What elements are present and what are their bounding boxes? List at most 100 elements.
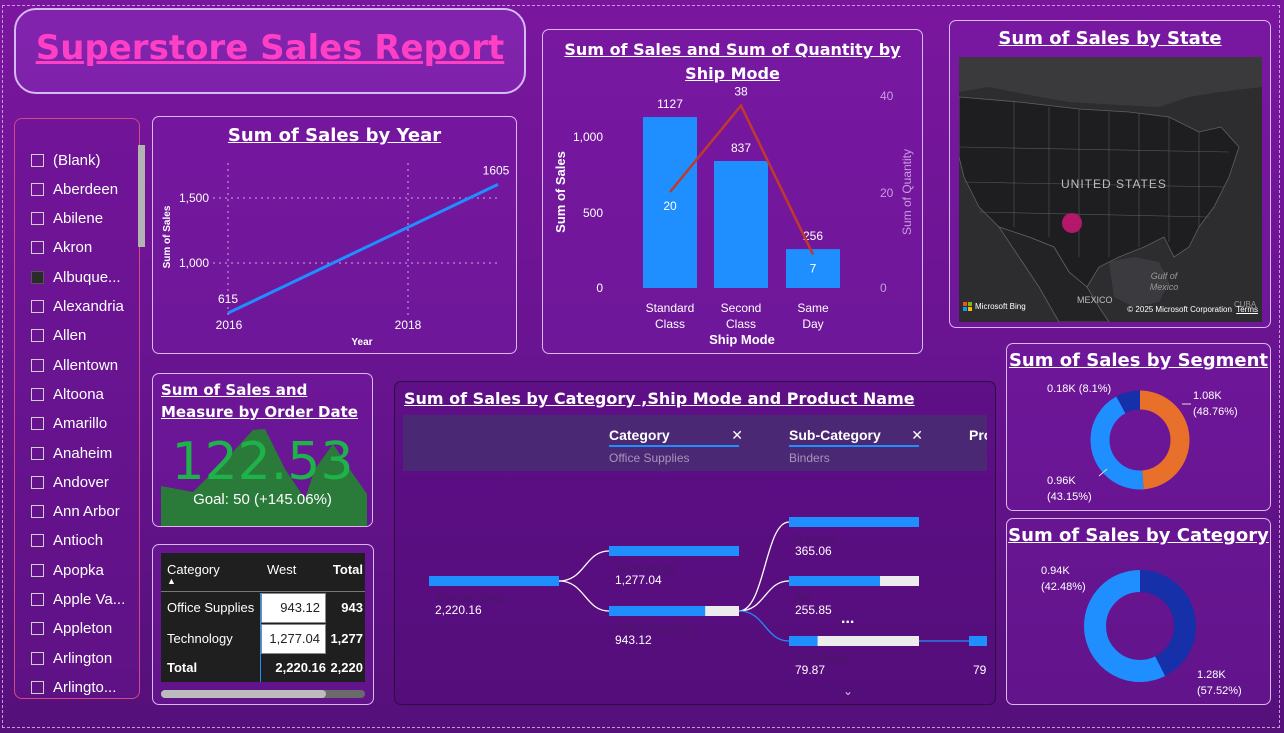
x-axis-label: Ship Mode (709, 332, 775, 347)
node-value: 79 (973, 663, 987, 677)
checkbox-icon[interactable] (31, 446, 44, 460)
decomposition-card[interactable]: Sum of Sales by Category ,Ship Mode and … (394, 381, 996, 705)
y2-tick-40: 40 (880, 89, 894, 103)
slicer-item-label: Appleton (53, 620, 113, 638)
segment-card[interactable]: Sum of Sales by Segment 1.08K (48.76%) 0.9… (1006, 343, 1271, 511)
slicer-item[interactable]: Allentown (31, 353, 118, 377)
terms-link[interactable]: Terms (1236, 305, 1258, 314)
chevron-down-icon[interactable]: ⌄ (843, 684, 853, 698)
slicer-item[interactable]: Antioch (31, 529, 103, 553)
slicer-scrollbar[interactable] (138, 145, 145, 247)
node-bar[interactable] (969, 636, 987, 646)
slice-label: 0.96K (1047, 475, 1076, 487)
x-tick-label: Same (797, 301, 829, 315)
checkbox-icon[interactable] (31, 651, 44, 665)
slicer-item[interactable]: Amarillo (31, 412, 107, 436)
slicer-item[interactable]: Aberdeen (31, 177, 118, 201)
node-value: 255.85 (795, 603, 832, 617)
matrix-scroll-thumb[interactable] (161, 690, 326, 698)
albuquerque-bubble[interactable] (1062, 213, 1082, 233)
category-card[interactable]: Sum of Sales by Category 1.28K (57.52%) 0.… (1006, 518, 1271, 705)
checkbox-icon[interactable] (31, 534, 44, 548)
checkbox-icon[interactable] (31, 358, 44, 372)
slicer-item[interactable]: Appleton (31, 617, 112, 641)
checkbox-icon[interactable] (31, 622, 44, 636)
x-tick-label: Day (802, 317, 823, 331)
checkbox-icon[interactable] (31, 505, 44, 519)
node-value: 943.12 (615, 633, 652, 647)
slicer-item-label: Allen (53, 327, 87, 345)
map-mexico-label: MEXICO (1077, 295, 1113, 305)
slicer-item[interactable]: Alexandria (31, 295, 124, 319)
slicer-item[interactable]: Altoona (31, 382, 104, 406)
matrix-header-category[interactable]: Category ▲ (167, 562, 220, 586)
bar[interactable] (714, 161, 768, 288)
line-label: 7 (810, 261, 817, 275)
cell-total-total: 2,220 (330, 660, 363, 675)
slicer-item-label: Albuque... (53, 268, 121, 286)
kpi-card[interactable]: Sum of Sales and Measure by Order Date 1… (152, 373, 373, 527)
more-nodes-indicator[interactable]: ... (841, 610, 854, 628)
y2-tick-0: 0 (880, 281, 887, 295)
matrix-table: Category ▲ West Total Office Supplies 943… (161, 553, 365, 682)
sort-up-icon: ▲ (167, 576, 176, 586)
checkbox-icon[interactable] (31, 563, 44, 577)
y-tick-1500: 1,500 (179, 191, 209, 205)
matrix-header-west: West (267, 562, 297, 577)
checkbox-icon[interactable] (31, 417, 44, 431)
bing-logo: Microsoft Bing (963, 302, 1026, 311)
city-slicer[interactable]: (Blank) Aberdeen Abilene Akron Albuque... Ale… (14, 118, 145, 699)
slicer-item[interactable]: Andover (31, 470, 109, 494)
matrix-card[interactable]: Category ▲ West Total Office Supplies 943… (152, 544, 374, 705)
slicer-item[interactable]: Abilene (31, 207, 103, 231)
sales-by-year-card[interactable]: Sum of Sales by Year 1,500 1,000 2016 20… (152, 116, 517, 354)
matrix-header-category-label: Category (167, 562, 220, 577)
slicer-item[interactable]: Albuque... (31, 265, 121, 289)
checkbox-icon[interactable] (31, 680, 44, 694)
slicer-item[interactable]: Anaheim (31, 441, 112, 465)
checkbox-icon[interactable] (31, 270, 44, 284)
slicer-item[interactable]: Apopka (31, 558, 104, 582)
map-canvas[interactable]: UNITED STATES Gulf of Mexico MEXICO CUBA… (959, 57, 1262, 322)
slice-label: 0.18K (8.1%) (1047, 383, 1111, 395)
checkbox-icon[interactable] (31, 475, 44, 489)
checkbox-icon[interactable] (31, 387, 44, 401)
x-axis-label: Year (351, 337, 372, 348)
sales-by-state-card[interactable]: Sum of Sales by State UNITED STATES Gulf… (949, 20, 1271, 328)
checkbox-icon[interactable] (31, 329, 44, 343)
slicer-item-label: Amarillo (53, 415, 108, 433)
cell-tech-west[interactable]: 1,277.04 (261, 624, 326, 654)
x-tick-2018: 2018 (395, 318, 422, 332)
slicer-item[interactable]: Allen (31, 324, 86, 348)
slicer-item[interactable]: (Blank) (31, 148, 101, 172)
node-bar[interactable] (789, 517, 919, 527)
cell-office-west[interactable]: 943.12 (261, 593, 326, 623)
node-bar[interactable] (609, 606, 706, 616)
ship-mode-chart: 0 500 1,000 0 20 40 Sum of Sales Sum of … (553, 85, 914, 347)
matrix-header-total: Total (332, 562, 363, 577)
checkbox-icon[interactable] (31, 153, 44, 167)
node-bar[interactable] (789, 636, 818, 646)
ship-mode-card[interactable]: Sum of Sales and Sum of Quantity by Ship… (542, 29, 923, 354)
checkbox-icon[interactable] (31, 241, 44, 255)
checkbox-icon[interactable] (31, 212, 44, 226)
node-bar[interactable] (609, 546, 739, 556)
checkbox-icon[interactable] (31, 593, 44, 606)
slicer-item[interactable]: Ann Arbor (31, 500, 120, 524)
node-bar[interactable] (429, 576, 559, 586)
slicer-item[interactable]: Apple Va... (31, 588, 125, 612)
slicer-item[interactable]: Arlingto... (31, 675, 116, 699)
bar-label: 1127 (657, 97, 683, 111)
checkbox-icon[interactable] (31, 300, 44, 313)
matrix-scrollbar[interactable] (161, 690, 365, 698)
x-tick-label: Standard (646, 301, 695, 315)
usa-land (959, 96, 1240, 288)
node-bar[interactable] (789, 576, 880, 586)
sales-line[interactable] (227, 182, 499, 315)
header-divider (161, 591, 365, 592)
title-card: Superstore Sales Report (14, 8, 526, 94)
slicer-item[interactable]: Akron (31, 236, 92, 260)
decomp-tree: Sum of Sales2,220.16Technology1,277.04Of… (429, 517, 987, 677)
slicer-item[interactable]: Arlington (31, 646, 112, 670)
checkbox-icon[interactable] (31, 182, 44, 196)
